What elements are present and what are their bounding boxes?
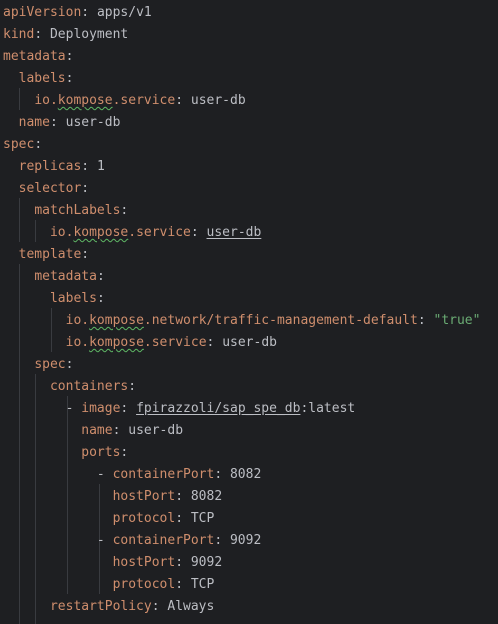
yaml-key: hostPort <box>112 555 176 570</box>
code-line: protocol: TCP <box>112 577 215 592</box>
code-line: containers: <box>49 379 137 394</box>
yaml-key: protocol <box>112 577 176 592</box>
yaml-key: io. <box>34 93 58 108</box>
yaml-key: metadata <box>34 269 97 284</box>
yaml-key: name <box>18 115 50 130</box>
yaml-key: containerPort <box>112 467 215 482</box>
yaml-key: io. <box>65 335 90 350</box>
list-dash: - <box>96 467 113 482</box>
typo-word: kompose <box>57 93 113 108</box>
code-line: labels: <box>18 71 74 86</box>
code-line: metadata: <box>34 269 105 284</box>
code-line: apiVersion: apps/v1 <box>3 5 152 20</box>
code-line: name: user-db <box>18 115 121 130</box>
code-line: selector: <box>18 181 90 196</box>
yaml-key: containers <box>49 379 129 394</box>
code-line: io.kompose.network/traffic-management-de… <box>65 313 481 328</box>
yaml-value: 8082 <box>229 467 262 482</box>
yaml-key: selector <box>18 181 82 196</box>
yaml-value: user-db <box>190 93 246 108</box>
yaml-value: TCP <box>190 511 215 526</box>
yaml-value: user-db <box>65 115 121 130</box>
yaml-key: hostPort <box>112 489 176 504</box>
code-line: labels: <box>49 291 105 306</box>
yaml-value: user-db <box>222 335 277 350</box>
yaml-key: image <box>81 401 121 416</box>
list-dash: - <box>96 533 113 548</box>
yaml-value: 9092 <box>229 533 262 548</box>
yaml-key: protocol <box>112 511 176 526</box>
yaml-value: Deployment <box>49 27 129 42</box>
yaml-key: matchLabels <box>34 203 121 218</box>
yaml-key: spec <box>34 357 66 372</box>
code-line: ports: <box>81 445 129 460</box>
typo-word: kompose <box>73 225 129 240</box>
yaml-value: 8082 <box>190 489 223 504</box>
yaml-key: name <box>81 423 113 438</box>
yaml-key: io. <box>49 225 74 240</box>
yaml-value: apps/v1 <box>96 5 152 20</box>
yaml-key: metadata <box>3 49 66 64</box>
yaml-key: ports <box>81 445 121 460</box>
yaml-value: 1 <box>96 159 105 174</box>
yaml-key: replicas <box>18 159 82 174</box>
image-tag: :latest <box>300 401 356 416</box>
image-link[interactable]: fpirazzoli/sap_spe_db <box>136 401 300 416</box>
code-line: spec: <box>34 357 74 372</box>
yaml-key: template <box>18 247 82 262</box>
yaml-key: labels <box>18 71 66 86</box>
code-editor[interactable]: apiVersion: apps/v1 kind: Deployment met… <box>0 0 498 624</box>
code-line: name: user-db <box>81 423 184 438</box>
yaml-value: TCP <box>190 577 215 592</box>
yaml-key: spec <box>3 137 35 152</box>
code-line: template: <box>18 247 90 262</box>
code-line: kind: Deployment <box>3 27 129 42</box>
code-line: replicas: 1 <box>18 159 105 174</box>
code-line: - containerPort: 8082 <box>96 467 262 482</box>
code-line: restartPolicy: Always <box>49 599 215 614</box>
code-line: io.kompose.service: user-db <box>34 93 246 108</box>
yaml-key: io. <box>65 313 90 328</box>
code-line: hostPort: 9092 <box>112 555 223 570</box>
code-line: - image: fpirazzoli/sap_spe_db:latest <box>65 401 356 416</box>
yaml-key: containerPort <box>112 533 215 548</box>
list-dash: - <box>65 401 82 416</box>
code-line: hostPort: 8082 <box>112 489 223 504</box>
code-line: metadata: <box>3 49 74 64</box>
code-line: - containerPort: 9092 <box>96 533 262 548</box>
yaml-value: Always <box>167 599 215 614</box>
yaml-value: user-db <box>206 225 262 240</box>
typo-word: kompose <box>89 313 144 328</box>
yaml-key: kind <box>3 27 35 42</box>
code-line: matchLabels: <box>34 203 129 218</box>
code-line: io.kompose.service: user-db <box>49 225 262 240</box>
typo-word: kompose <box>89 335 144 350</box>
yaml-string-value: "true" <box>433 313 481 328</box>
yaml-key: restartPolicy <box>49 599 152 614</box>
code-line: protocol: TCP <box>112 511 215 526</box>
yaml-value: user-db <box>128 423 184 438</box>
code-line: io.kompose.service: user-db <box>65 335 277 350</box>
yaml-key: apiVersion <box>3 5 82 20</box>
yaml-value: 9092 <box>190 555 223 570</box>
yaml-key: labels <box>49 291 97 306</box>
code-line: spec: <box>3 137 43 152</box>
